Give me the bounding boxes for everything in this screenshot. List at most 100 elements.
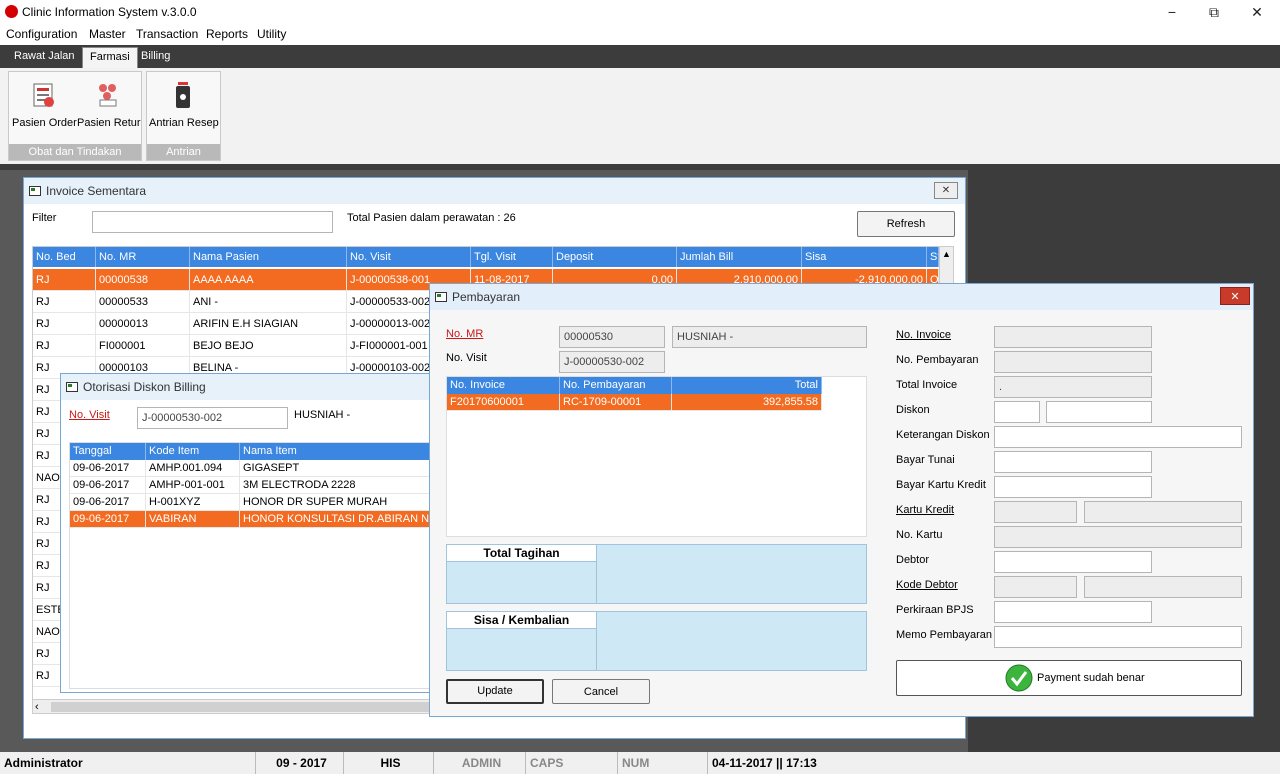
invoice-window-titlebar: Invoice Sementara ✕ xyxy=(24,178,965,204)
menu-master[interactable]: Master xyxy=(89,27,126,41)
table-cell[interactable]: VABIRAN xyxy=(146,511,240,528)
sisa-kembalian-panel: Sisa / Kembalian xyxy=(446,611,867,671)
col-tanggal[interactable]: Tanggal xyxy=(70,443,146,460)
payment-sudah-benar-button[interactable]: Payment sudah benar xyxy=(896,660,1242,696)
total-tagihan-label: Total Tagihan xyxy=(447,545,597,562)
table-cell[interactable]: RJ xyxy=(33,335,96,357)
table-cell[interactable]: AMHP-001-001 xyxy=(146,477,240,494)
kode-debtor-input[interactable] xyxy=(994,576,1077,598)
table-cell[interactable]: AAAA AAAA xyxy=(190,269,347,291)
minimize-button[interactable]: − xyxy=(1160,2,1184,22)
no-visit-input[interactable]: J-00000530-002 xyxy=(559,351,665,373)
col-nama-pasien[interactable]: Nama Pasien xyxy=(190,247,347,267)
table-cell[interactable]: HONOR DR SUPER MURAH xyxy=(240,494,435,511)
close-icon[interactable]: ✕ xyxy=(934,182,958,199)
total-tagihan-left xyxy=(447,562,597,603)
no-mr-link[interactable]: No. MR xyxy=(446,328,483,340)
status-user: Administrator xyxy=(4,756,83,770)
tab-billing[interactable]: Billing xyxy=(134,47,177,68)
table-cell[interactable]: RJ xyxy=(33,291,96,313)
tab-farmasi[interactable]: Farmasi xyxy=(82,47,138,68)
table-cell[interactable]: 09-06-2017 xyxy=(70,477,146,494)
table-cell[interactable]: AMHP.001.094 xyxy=(146,460,240,477)
nama-debtor-input[interactable] xyxy=(1084,576,1242,598)
table-cell[interactable]: RC-1709-00001 xyxy=(560,394,672,411)
bayar-kartu-kredit-input[interactable] xyxy=(994,476,1152,498)
status-role: ADMIN xyxy=(433,752,525,774)
table-cell[interactable]: 392,855.58 xyxy=(672,394,822,411)
table-cell[interactable]: 00000538 xyxy=(96,269,190,291)
perkiraan-bpjs-input[interactable] xyxy=(994,601,1152,623)
table-cell[interactable]: 09-06-2017 xyxy=(70,511,146,528)
update-button[interactable]: Update xyxy=(446,679,544,704)
table-cell[interactable]: ARIFIN E.H SIAGIAN xyxy=(190,313,347,335)
table-cell[interactable]: 09-06-2017 xyxy=(70,460,146,477)
scroll-left-icon[interactable]: ‹ xyxy=(35,700,39,714)
cancel-button[interactable]: Cancel xyxy=(552,679,650,704)
table-cell[interactable]: HONOR KONSULTASI DR.ABIRAN NABAE xyxy=(240,511,435,528)
tab-rawat-jalan[interactable]: Rawat Jalan xyxy=(7,47,82,68)
total-invoice-input[interactable]: . xyxy=(994,376,1152,398)
menu-utility[interactable]: Utility xyxy=(257,27,286,41)
pasien-retur-button[interactable]: Pasien Retur xyxy=(77,80,141,129)
scroll-up-icon[interactable]: ▲ xyxy=(940,247,953,261)
otorisasi-diskon-window: Otorisasi Diskon Billing No. Visit J-000… xyxy=(60,373,435,693)
keterangan-diskon-input[interactable] xyxy=(994,426,1242,448)
diskon-amount-input[interactable] xyxy=(1046,401,1152,423)
antrian-resep-label: Antrian Resep xyxy=(149,117,219,129)
close-icon[interactable]: ✕ xyxy=(1220,287,1250,305)
no-invoice-link[interactable]: No. Invoice xyxy=(896,329,951,341)
table-cell[interactable]: F20170600001 xyxy=(447,394,560,411)
col-no-bed[interactable]: No. Bed xyxy=(33,247,96,267)
col-nama-item[interactable]: Nama Item xyxy=(240,443,435,460)
col-sisa[interactable]: Sisa xyxy=(802,247,927,267)
table-cell[interactable]: H-001XYZ xyxy=(146,494,240,511)
bayar-tunai-input[interactable] xyxy=(994,451,1152,473)
kode-debtor-link[interactable]: Kode Debtor xyxy=(896,579,958,591)
table-cell[interactable]: RJ xyxy=(33,313,96,335)
table-cell[interactable]: GIGASEPT xyxy=(240,460,435,477)
maximize-button[interactable]: ⧉ xyxy=(1202,2,1226,22)
refresh-button[interactable]: Refresh xyxy=(857,211,955,237)
kartu-kredit-link[interactable]: Kartu Kredit xyxy=(896,504,954,516)
memo-pembayaran-input[interactable] xyxy=(994,626,1242,648)
col-no-invoice[interactable]: No. Invoice xyxy=(447,377,560,394)
no-visit-link[interactable]: No. Visit xyxy=(69,409,110,421)
debtor-input[interactable] xyxy=(994,551,1152,573)
no-pembayaran-input[interactable] xyxy=(994,351,1152,373)
table-cell[interactable]: 09-06-2017 xyxy=(70,494,146,511)
table-cell[interactable]: FI000001 xyxy=(96,335,190,357)
col-jumlah-bill[interactable]: Jumlah Bill xyxy=(677,247,802,267)
col-kode-item[interactable]: Kode Item xyxy=(146,443,240,460)
col-no-visit[interactable]: No. Visit xyxy=(347,247,471,267)
col-status[interactable]: St xyxy=(927,247,939,267)
no-kartu-input[interactable] xyxy=(994,526,1242,548)
table-cell[interactable]: ANI - xyxy=(190,291,347,313)
col-total[interactable]: Total xyxy=(672,377,822,394)
table-cell[interactable]: RJ xyxy=(33,269,96,291)
menu-transaction[interactable]: Transaction xyxy=(136,27,198,41)
col-no-mr[interactable]: No. MR xyxy=(96,247,190,267)
kartu-kredit-name-input[interactable] xyxy=(1084,501,1242,523)
col-deposit[interactable]: Deposit xyxy=(553,247,677,267)
pasien-order-button[interactable]: Pasien Order xyxy=(12,80,77,129)
patient-name-input[interactable]: HUSNIAH - xyxy=(672,326,867,348)
filter-input[interactable] xyxy=(92,211,333,233)
col-no-pembayaran[interactable]: No. Pembayaran xyxy=(560,377,672,394)
table-cell[interactable]: 00000013 xyxy=(96,313,190,335)
antrian-resep-button[interactable]: Antrian Resep xyxy=(149,80,219,129)
diskon-percent-input[interactable] xyxy=(994,401,1040,423)
table-cell[interactable]: 00000533 xyxy=(96,291,190,313)
col-tgl-visit[interactable]: Tgl. Visit xyxy=(471,247,553,267)
table-cell[interactable]: BEJO BEJO xyxy=(190,335,347,357)
menu-configuration[interactable]: Configuration xyxy=(6,27,77,41)
antrian-resep-icon xyxy=(176,82,190,108)
no-mr-input[interactable]: 00000530 xyxy=(559,326,665,348)
kartu-kredit-code-input[interactable] xyxy=(994,501,1077,523)
table-cell[interactable]: 3M ELECTRODA 2228 xyxy=(240,477,435,494)
no-pembayaran-label: No. Pembayaran xyxy=(896,354,979,366)
no-visit-input[interactable]: J-00000530-002 xyxy=(137,407,288,429)
menu-reports[interactable]: Reports xyxy=(206,27,248,41)
close-button[interactable]: ✕ xyxy=(1245,2,1269,22)
no-invoice-input[interactable] xyxy=(994,326,1152,348)
